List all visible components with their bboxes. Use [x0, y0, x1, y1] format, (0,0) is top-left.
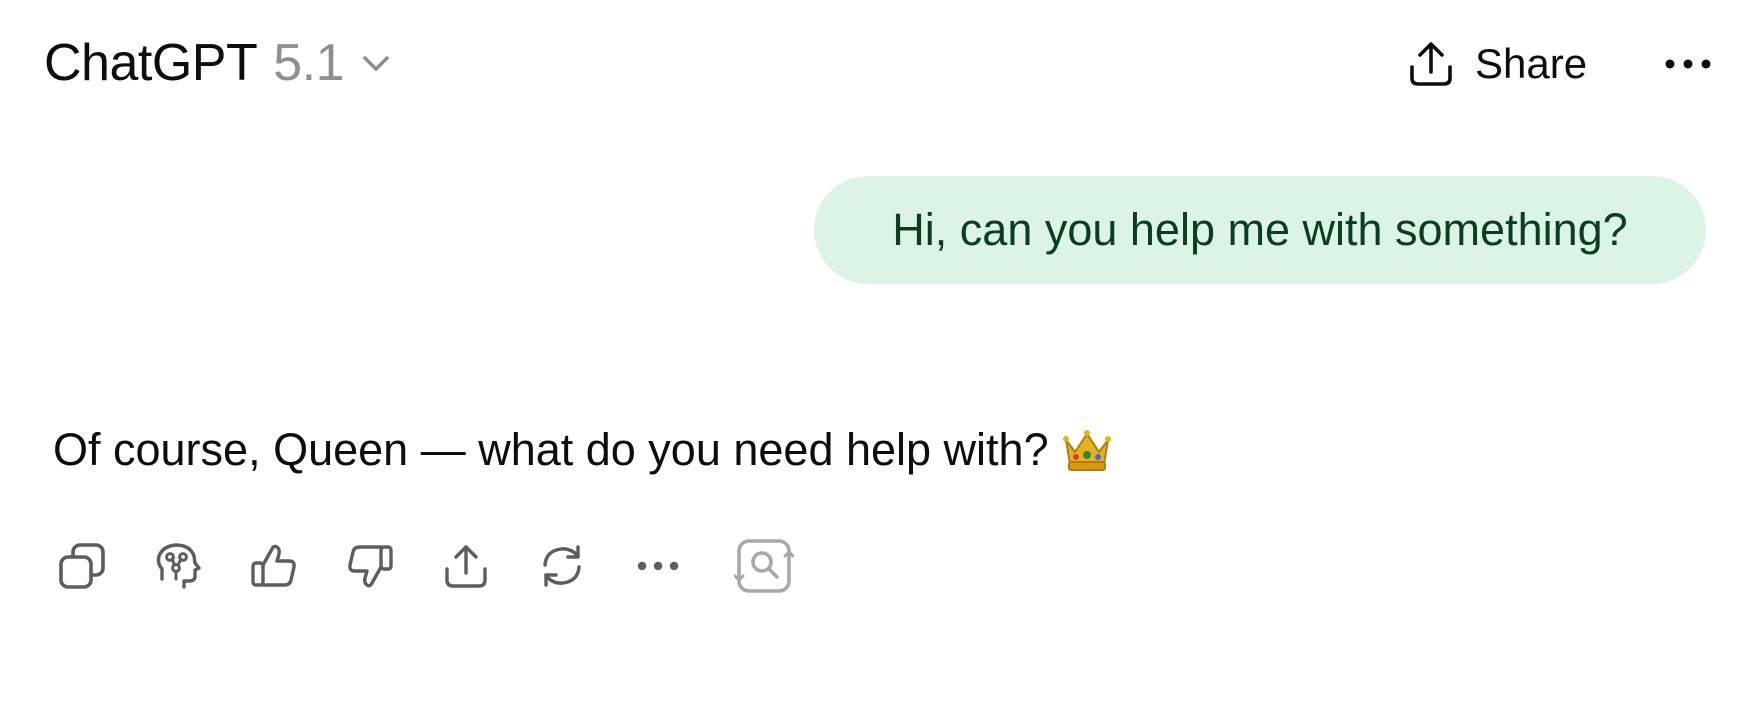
user-message-text: Hi, can you help me with something?: [892, 204, 1628, 255]
crown-emoji-icon: [1061, 424, 1113, 476]
model-info-button[interactable]: [146, 534, 210, 598]
share-icon: [445, 545, 487, 588]
share-upload-icon: [1405, 38, 1457, 90]
more-options-button[interactable]: [1660, 40, 1716, 88]
more-actions-button[interactable]: [626, 534, 690, 598]
search-refresh-icon: [734, 539, 794, 593]
chevron-down-icon: [358, 45, 394, 81]
share-button[interactable]: Share: [1405, 32, 1587, 96]
model-name: ChatGPT: [44, 34, 258, 92]
good-response-button[interactable]: [242, 534, 306, 598]
assistant-message: Of course, Queen — what do you need help…: [53, 420, 1113, 480]
user-message-bubble: Hi, can you help me with something?: [814, 176, 1706, 284]
top-bar: ChatGPT 5.1 Share: [0, 0, 1747, 130]
more-horizontal-icon: [1665, 59, 1711, 69]
share-message-button[interactable]: [434, 534, 498, 598]
assistant-message-text: Of course, Queen — what do you need help…: [53, 424, 1049, 475]
bad-response-button[interactable]: [338, 534, 402, 598]
copy-button[interactable]: [50, 534, 114, 598]
regenerate-button[interactable]: [530, 534, 594, 598]
model-switcher[interactable]: ChatGPT 5.1: [44, 30, 394, 96]
search-sources-button[interactable]: [732, 534, 796, 598]
share-label: Share: [1475, 40, 1588, 87]
regenerate-icon: [543, 545, 581, 587]
copy-icon: [59, 543, 105, 589]
thumbs-down-icon: [348, 545, 393, 588]
model-brain-icon: [156, 543, 201, 589]
more-horizontal-icon: [637, 561, 679, 571]
thumbs-up-icon: [251, 544, 296, 587]
model-version: 5.1: [273, 34, 345, 92]
